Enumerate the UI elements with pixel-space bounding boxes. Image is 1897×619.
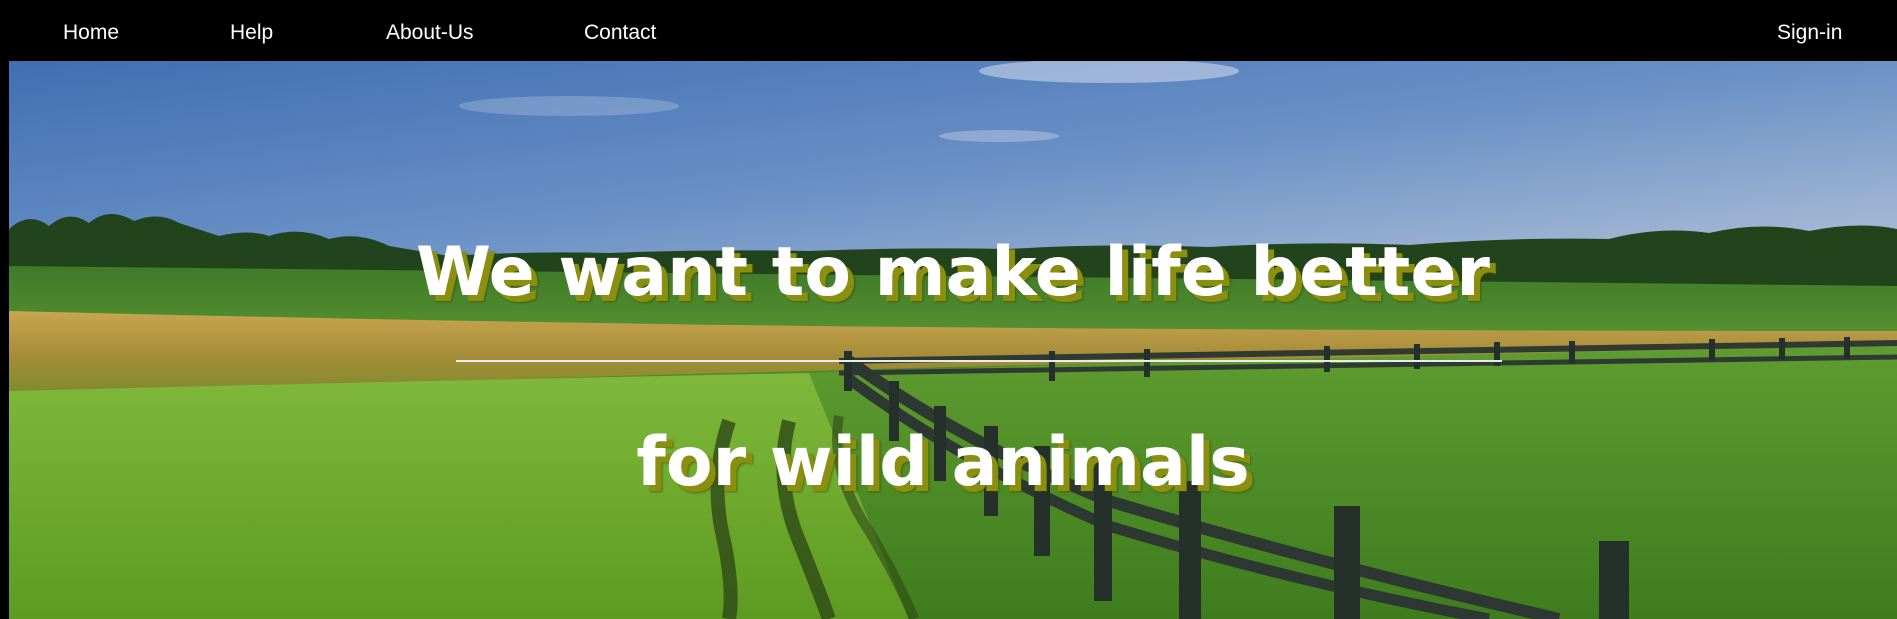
nav-about-us-link[interactable]: About-Us (386, 20, 474, 46)
hero-headline-line-2: for wild animals (636, 423, 1250, 502)
nav-contact-link[interactable]: Contact (584, 20, 656, 46)
hero-headline-line-1: We want to make life better (416, 233, 1490, 312)
hero-banner: We want to make life better for wild ani… (9, 61, 1897, 619)
farm-field-background-image (9, 61, 1897, 619)
nav-home-link[interactable]: Home (63, 20, 119, 46)
nav-sign-in-link[interactable]: Sign-in (1777, 20, 1842, 46)
nav-help-link[interactable]: Help (230, 20, 273, 46)
hero-divider (456, 360, 1502, 362)
top-navigation-bar: Home Help About-Us Contact Sign-in (0, 0, 1897, 61)
